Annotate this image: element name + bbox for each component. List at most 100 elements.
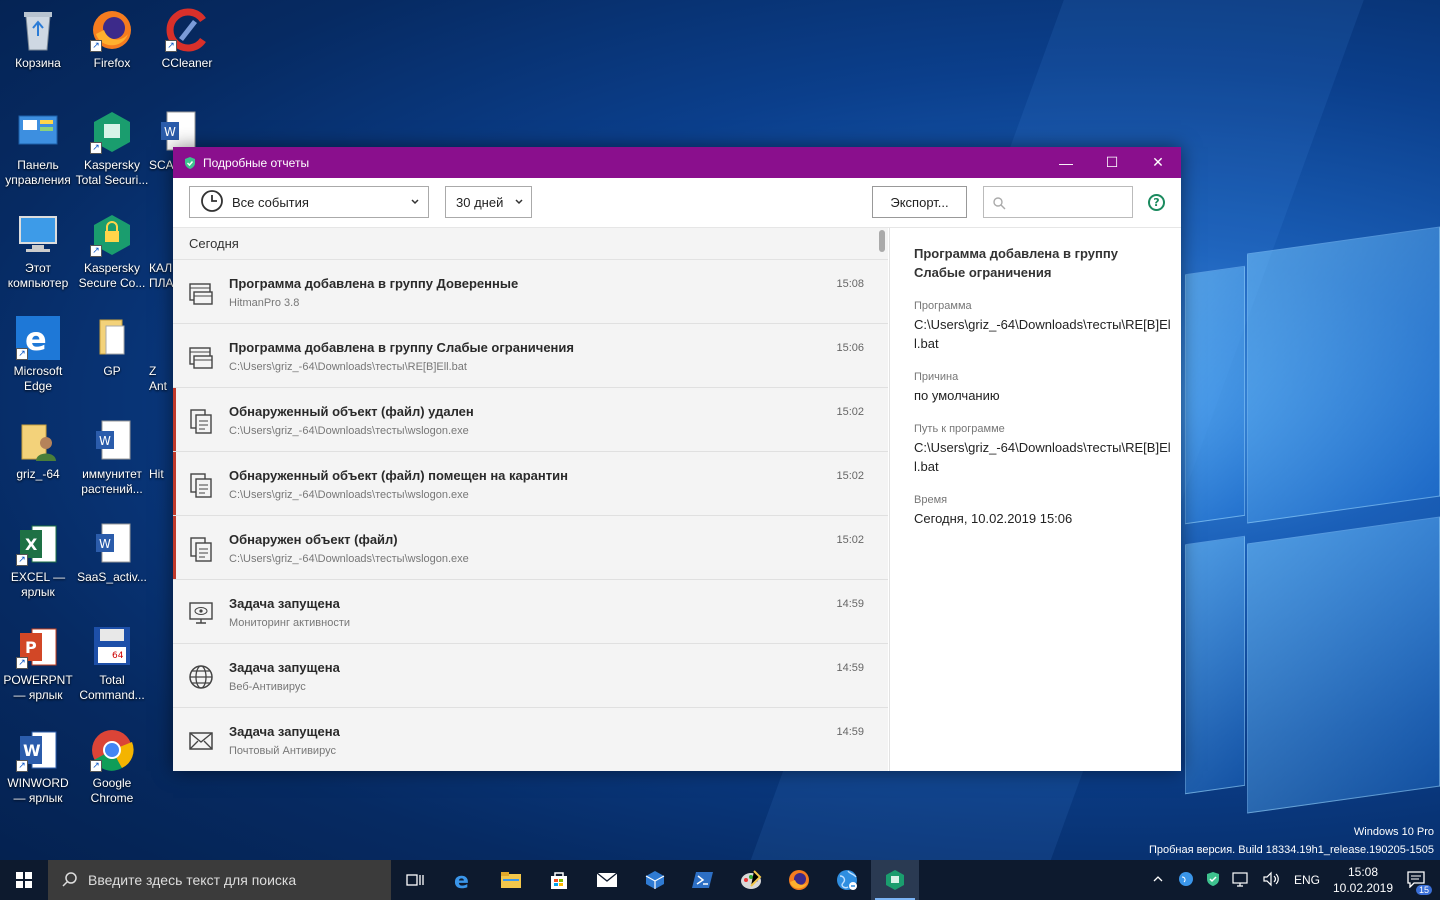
detail-time-value: Сегодня, 10.02.2019 15:06 bbox=[914, 511, 1073, 526]
chevron-down-icon bbox=[410, 195, 420, 210]
maximize-button[interactable]: ☐ bbox=[1089, 147, 1135, 178]
taskbar-kaspersky[interactable] bbox=[871, 860, 919, 900]
list-item[interactable]: Задача запущена Мониторинг активности 14… bbox=[173, 580, 888, 644]
app-window-icon bbox=[188, 280, 214, 306]
taskbar-powershell[interactable] bbox=[679, 860, 727, 900]
svg-text:e: e bbox=[25, 320, 47, 358]
kaspersky-tray-icon[interactable] bbox=[1206, 871, 1220, 890]
start-button[interactable] bbox=[0, 860, 48, 900]
event-subtitle: C:\Users\griz_-64\Downloads\тесты\wslogo… bbox=[229, 553, 469, 565]
event-subtitle: HitmanPro 3.8 bbox=[229, 297, 300, 309]
event-title: Обнаруженный объект (файл) удален bbox=[229, 404, 474, 419]
event-time: 14:59 bbox=[836, 662, 864, 674]
kaspersky-shield-icon bbox=[183, 156, 197, 170]
desktop-icon-immunity-doc[interactable]: W иммунитет растений... bbox=[74, 419, 150, 497]
desktop-icon-kal[interactable]: КАЛ ПЛА bbox=[149, 213, 173, 291]
display-icon[interactable] bbox=[1232, 871, 1250, 890]
taskbar-file-explorer[interactable] bbox=[487, 860, 535, 900]
window-title: Подробные отчеты bbox=[203, 155, 310, 170]
list-item[interactable]: Программа добавлена в группу Доверенные … bbox=[173, 260, 888, 324]
event-time: 15:02 bbox=[836, 534, 864, 546]
reports-window: Подробные отчеты — ☐ ✕ Все события 30 дн… bbox=[173, 147, 1181, 771]
taskbar-virtualbox[interactable] bbox=[631, 860, 679, 900]
taskbar: Введите здесь текст для поиска e ENG 15:… bbox=[0, 860, 1440, 900]
taskbar-search-box[interactable]: Введите здесь текст для поиска bbox=[48, 860, 391, 900]
svg-text:W: W bbox=[99, 537, 111, 551]
system-tray: ENG 15:08 10.02.2019 15 bbox=[1144, 860, 1440, 900]
minimize-button[interactable]: — bbox=[1043, 147, 1089, 178]
volume-icon[interactable] bbox=[1262, 871, 1280, 890]
detail-time-label: Время bbox=[914, 494, 948, 506]
list-item[interactable]: Обнаруженный объект (файл) удален C:\Use… bbox=[173, 388, 888, 452]
desktop-icon-this-pc[interactable]: Этот компьютер bbox=[0, 213, 76, 291]
clock-icon bbox=[200, 189, 224, 216]
detail-title: Программа добавлена в группу Слабые огра… bbox=[914, 246, 1118, 280]
close-button[interactable]: ✕ bbox=[1135, 147, 1181, 178]
title-bar[interactable]: Подробные отчеты — ☐ ✕ bbox=[173, 147, 1181, 178]
globe-icon bbox=[188, 664, 214, 690]
chevron-up-icon[interactable] bbox=[1152, 873, 1164, 888]
detail-program-value: C:\Users\griz_-64\Downloads\тесты\RE[B]E… bbox=[914, 317, 1171, 351]
taskbar-store[interactable] bbox=[535, 860, 583, 900]
list-item[interactable]: Программа добавлена в группу Слабые огра… bbox=[173, 324, 888, 388]
event-detail-panel: Программа добавлена в группу Слабые огра… bbox=[889, 228, 1181, 771]
windows-logo-icon bbox=[16, 872, 32, 888]
list-item[interactable]: Задача запущена Почтовый Антивирус 14:59 bbox=[173, 708, 888, 771]
taskbar-internet-globe[interactable] bbox=[823, 860, 871, 900]
desktop-icon-gp[interactable]: GP bbox=[74, 316, 150, 379]
taskbar-firefox[interactable] bbox=[775, 860, 823, 900]
desktop-icon-recycle-bin[interactable]: Корзина bbox=[0, 8, 76, 71]
desktop-icon-kaspersky-total[interactable]: ↗ Kaspersky Total Securi... bbox=[74, 110, 150, 188]
taskbar-edge[interactable]: e bbox=[439, 860, 487, 900]
event-time: 15:02 bbox=[836, 406, 864, 418]
help-icon[interactable]: ? bbox=[1148, 194, 1165, 211]
user-folder-icon bbox=[16, 419, 60, 463]
excel-icon: X ↗ bbox=[16, 522, 60, 566]
period-filter-dropdown[interactable]: 30 дней bbox=[445, 186, 532, 218]
word-document-icon: W bbox=[90, 522, 134, 566]
svg-text:X: X bbox=[25, 535, 38, 554]
event-subtitle: C:\Users\griz_-64\Downloads\тесты\RE[B]E… bbox=[229, 361, 467, 373]
event-title: Задача запущена bbox=[229, 660, 340, 675]
desktop-icon-firefox[interactable]: ↗ Firefox bbox=[74, 8, 150, 71]
detail-reason-value: по умолчанию bbox=[914, 388, 1000, 403]
desktop-icon-saas-doc[interactable]: W SaaS_activ... bbox=[74, 522, 150, 585]
event-time: 14:59 bbox=[836, 726, 864, 738]
taskbar-mail[interactable] bbox=[583, 860, 631, 900]
event-title: Программа добавлена в группу Слабые огра… bbox=[229, 340, 574, 355]
desktop-icon-edge[interactable]: e ↗ Microsoft Edge bbox=[0, 316, 76, 394]
event-time: 15:06 bbox=[836, 342, 864, 354]
event-title: Задача запущена bbox=[229, 596, 340, 611]
event-subtitle: C:\Users\griz_-64\Downloads\тесты\wslogo… bbox=[229, 425, 469, 437]
search-input[interactable] bbox=[983, 186, 1133, 218]
clock[interactable]: 15:08 10.02.2019 bbox=[1328, 864, 1398, 896]
taskbar-paint-tool[interactable] bbox=[727, 860, 775, 900]
desktop-icon-control-panel[interactable]: Панель управления bbox=[0, 110, 76, 188]
desktop-icon-chrome[interactable]: ↗ Google Chrome bbox=[74, 728, 150, 806]
detail-program-label: Программа bbox=[914, 300, 972, 312]
list-item[interactable]: Обнаружен объект (файл) C:\Users\griz_-6… bbox=[173, 516, 888, 580]
desktop-icon-winword[interactable]: W ↗ WINWORD — ярлык bbox=[0, 728, 76, 806]
list-item[interactable]: Обнаруженный объект (файл) помещен на ка… bbox=[173, 452, 888, 516]
recycle-bin-icon bbox=[16, 8, 60, 52]
task-view-button[interactable] bbox=[391, 860, 439, 900]
desktop-icon-user-folder[interactable]: griz_-64 bbox=[0, 419, 76, 482]
detail-path-label: Путь к программе bbox=[914, 423, 1005, 435]
desktop-icon-ccleaner[interactable]: ↗ CCleaner bbox=[149, 8, 225, 71]
list-scrollbar[interactable] bbox=[879, 230, 885, 252]
desktop-icon-total-commander[interactable]: 64 Total Command... bbox=[74, 625, 150, 703]
event-title: Задача запущена bbox=[229, 724, 340, 739]
list-item[interactable]: Задача запущена Веб-Антивирус 14:59 bbox=[173, 644, 888, 708]
desktop-icon-powerpoint[interactable]: P ↗ POWERPNT — ярлык bbox=[0, 625, 76, 703]
desktop-icon-hit[interactable]: Hit bbox=[149, 419, 173, 482]
desktop-icon-ant[interactable]: Z Ant bbox=[149, 316, 173, 394]
events-filter-dropdown[interactable]: Все события bbox=[189, 186, 429, 218]
language-indicator[interactable]: ENG bbox=[1294, 873, 1320, 887]
desktop-icon-kaspersky-secure[interactable]: ↗ Kaspersky Secure Co... bbox=[74, 213, 150, 291]
notifications-button[interactable]: 15 bbox=[1406, 870, 1432, 895]
event-title: Обнаруженный объект (файл) помещен на ка… bbox=[229, 468, 568, 483]
export-button[interactable]: Экспорт... bbox=[872, 186, 967, 218]
build-watermark: Пробная версия. Build 18334.19h1_release… bbox=[1148, 844, 1434, 856]
desktop-icon-excel[interactable]: X ↗ EXCEL — ярлык bbox=[0, 522, 76, 600]
network-globe-icon[interactable] bbox=[1178, 871, 1194, 890]
